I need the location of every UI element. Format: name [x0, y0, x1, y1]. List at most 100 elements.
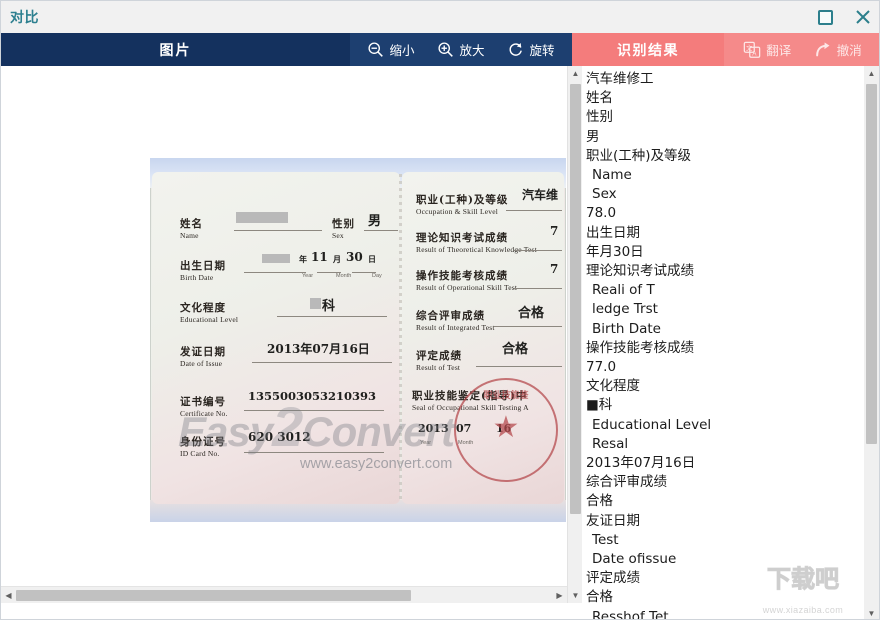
result-line: Resal: [592, 435, 629, 452]
zoom-in-label: 放大: [459, 44, 485, 58]
label-year-cn: 年: [299, 254, 307, 264]
rotate-button[interactable]: 旋转: [507, 40, 555, 59]
rule-integrated: [494, 326, 562, 327]
result-line: 合格: [586, 589, 613, 606]
result-line: 汽车维修工: [586, 71, 654, 87]
rule-sex: [364, 230, 398, 231]
result-line: 合格: [586, 493, 613, 510]
image-panel-header: 图片: [1, 33, 350, 66]
maximize-button[interactable]: [813, 5, 837, 29]
result-line: Date ofissue: [592, 551, 677, 568]
result-line: ■科: [586, 397, 613, 414]
result-vscroll-down-arrow[interactable]: ▼: [864, 606, 879, 619]
window-title: 对比: [10, 9, 39, 25]
image-vertical-scrollbar[interactable]: ▲ ▼: [567, 66, 583, 603]
image-panel-title: 图片: [159, 41, 192, 58]
hscroll-thumb[interactable]: [16, 590, 411, 601]
result-vscroll-thumb[interactable]: [866, 84, 877, 444]
unit-month: Month: [336, 273, 352, 279]
unit-year: Year: [302, 273, 314, 279]
field-sex: 性别 Sex: [332, 218, 355, 240]
value-theoretical-test: 7: [550, 224, 559, 238]
result-line: Educational Level: [592, 416, 712, 433]
recognition-result-panel[interactable]: 汽车维修工 姓名 性别男职业(工种)及等级 Name Sex 78.0 出生日期 年月30日理…: [582, 66, 866, 620]
value-operational-test: 7: [550, 262, 559, 276]
result-line: Test: [592, 531, 619, 548]
result-line: 评定成绩: [586, 570, 640, 587]
result-vscroll-up-arrow[interactable]: ▲: [864, 66, 879, 81]
result-line: 出生日期: [586, 224, 640, 241]
result-line: Reali of T: [592, 282, 655, 299]
image-tools-group: 缩小 放大 旋转: [350, 33, 572, 66]
redaction-birth-year: [262, 254, 290, 263]
unit-day: Day: [372, 273, 382, 279]
svg-text:A: A: [753, 50, 758, 57]
image-vscroll-down-arrow[interactable]: ▼: [568, 588, 583, 603]
result-line: 理论知识考试成绩: [586, 263, 694, 280]
watermark-brand: Easy: [178, 408, 273, 455]
easy2convert-url: www.easy2convert.com: [300, 456, 453, 472]
result-line: Resshof Tet: [592, 608, 669, 620]
watermark-brand-tail: Convert: [302, 408, 455, 455]
rule-name: [234, 230, 322, 231]
image-vscroll-up-arrow[interactable]: ▲: [568, 66, 583, 81]
result-line: 2013年07月16日: [586, 455, 696, 472]
result-line: 性别: [586, 109, 613, 126]
window-controls: [813, 1, 875, 33]
result-line: ledge Trst: [592, 301, 658, 318]
undo-icon: [814, 41, 832, 59]
value-birth-day: 30: [346, 250, 363, 264]
easy2convert-watermark: Easy2Convert: [178, 394, 538, 459]
result-line: 姓名: [586, 90, 613, 107]
result-panel-header: 识别结果: [572, 33, 724, 66]
undo-button[interactable]: 撤消: [814, 40, 862, 59]
zoom-in-icon: [437, 41, 454, 58]
result-line: 78.0: [586, 205, 617, 222]
result-panel-title: 识别结果: [617, 41, 679, 58]
maximize-icon: [817, 9, 833, 25]
rotate-label: 旋转: [529, 44, 555, 58]
field-birth-date: 出生日期 Birth Date: [180, 260, 226, 282]
rotate-icon: [507, 41, 524, 58]
image-viewer-panel[interactable]: 姓名 Name 性别 Sex 男 出生日期 Birth Date 年 11 月 …: [1, 66, 567, 603]
close-button[interactable]: [851, 5, 875, 29]
hscroll-left-arrow[interactable]: ◀: [1, 587, 16, 603]
field-date-of-issue: 发证日期 Date of Issue: [180, 346, 226, 368]
value-occupation: 汽车维: [522, 188, 559, 202]
window-titlebar: 对比: [1, 1, 879, 33]
field-occupation-skill-level: 职业(工种)及等级 Occupation & Skill Level: [416, 194, 509, 216]
compare-window: 对比 图片 缩小 放大 旋转 识别结果 文 A 翻译 撤消 姓名 Name 性别…: [0, 0, 880, 620]
rule-date-of-issue: [252, 362, 392, 363]
result-vertical-scrollbar[interactable]: ▲ ▼: [864, 66, 879, 619]
zoom-in-button[interactable]: 放大: [437, 40, 485, 59]
image-vscroll-thumb[interactable]: [570, 84, 581, 514]
label-day-cn: 日: [368, 254, 376, 264]
result-line: 操作技能考核成绩: [586, 339, 694, 356]
result-line: 职业(工种)及等级: [586, 147, 692, 164]
result-line: 综合评审成绩: [586, 474, 667, 491]
value-date-of-issue: 2013年07月16日: [267, 342, 370, 356]
field-name: 姓名 Name: [180, 218, 203, 240]
result-line: 77.0: [586, 359, 617, 376]
value-integrated-test: 合格: [518, 306, 545, 321]
rule-theoretical: [514, 250, 562, 251]
redaction-name: [236, 212, 288, 223]
undo-label: 撤消: [836, 44, 862, 58]
value-educational-level: 科: [322, 299, 336, 314]
zoom-out-label: 缩小: [389, 44, 415, 58]
recognition-result-list: 汽车维修工 姓名 性别男职业(工种)及等级 Name Sex 78.0 出生日期 年月30日理…: [582, 66, 866, 620]
value-birth-month: 11: [311, 250, 328, 264]
zoom-out-button[interactable]: 缩小: [367, 40, 415, 59]
result-line: 文化程度: [586, 378, 640, 395]
image-horizontal-scrollbar[interactable]: ◀ ▶: [1, 586, 567, 603]
result-line: 友证日期: [586, 512, 640, 529]
result-tools-group: 文 A 翻译 撤消: [724, 33, 879, 66]
result-line: Sex: [592, 186, 617, 203]
redaction-education: [310, 298, 321, 309]
translate-button[interactable]: 文 A 翻译: [743, 40, 791, 59]
hscroll-right-arrow[interactable]: ▶: [552, 587, 567, 603]
zoom-out-icon: [367, 41, 384, 58]
result-line: Birth Date: [592, 320, 661, 337]
result-line: Name: [592, 167, 632, 184]
main-toolbar: 图片 缩小 放大 旋转 识别结果 文 A 翻译 撤消: [1, 33, 879, 66]
